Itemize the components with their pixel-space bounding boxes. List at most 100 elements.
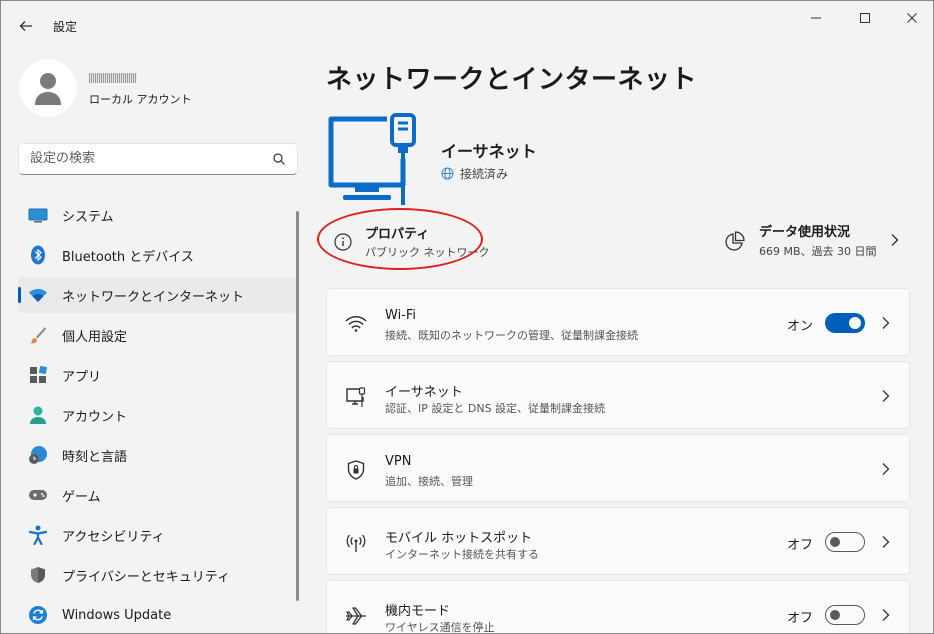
profile-name-redacted — [89, 73, 137, 83]
minimize-icon — [811, 17, 821, 19]
sidebar-item-label: ネットワークとインターネット — [62, 289, 245, 305]
data-usage-title: データ使用状況 — [759, 225, 851, 240]
back-button[interactable] — [15, 15, 37, 37]
card-subtitle: 認証、IP 設定と DNS 設定、従量制課金接続 — [385, 402, 606, 415]
sidebar-item-label: システム — [62, 209, 114, 225]
wifi-icon — [345, 313, 367, 335]
wifi-icon — [28, 285, 48, 305]
search-icon[interactable] — [272, 152, 286, 166]
sidebar-item-accessibility[interactable]: アクセシビリティ — [18, 517, 298, 553]
card-title: 機内モード — [385, 604, 451, 619]
sidebar-item-time-language[interactable]: 時刻と言語 — [18, 437, 298, 473]
card-vpn[interactable]: VPN 追加、接続、管理 — [326, 434, 910, 502]
sidebar-item-privacy[interactable]: プライバシーとセキュリティ — [18, 557, 298, 593]
data-usage-subtitle: 669 MB、過去 30 日間 — [759, 245, 877, 258]
bluetooth-icon — [28, 245, 48, 265]
apps-icon — [28, 365, 48, 385]
person-icon — [35, 73, 61, 105]
sidebar-scrollbar[interactable] — [296, 211, 299, 601]
ethernet-icon — [345, 386, 367, 408]
sidebar-nav: システム Bluetooth とデバイス ネットワークとインターネット 個人用設… — [18, 197, 298, 633]
sidebar-item-label: ゲーム — [62, 489, 101, 505]
vpn-shield-icon — [345, 459, 367, 481]
account-icon — [28, 405, 48, 425]
card-subtitle: インターネット接続を共有する — [385, 548, 539, 561]
hotspot-toggle[interactable] — [825, 532, 865, 552]
sidebar-item-label: アカウント — [62, 409, 128, 425]
sidebar-item-bluetooth[interactable]: Bluetooth とデバイス — [18, 237, 298, 273]
close-icon — [907, 13, 917, 23]
shield-icon — [28, 565, 48, 585]
card-title: VPN — [385, 454, 412, 469]
properties-link[interactable]: プロパティ パブリック ネットワーク — [333, 223, 533, 263]
sidebar-item-label: アクセシビリティ — [62, 529, 165, 545]
chevron-right-icon — [882, 390, 890, 402]
globe-icon — [441, 167, 454, 180]
connection-name: イーサネット — [441, 142, 537, 161]
app-title: 設定 — [53, 20, 78, 34]
card-title: Wi-Fi — [385, 308, 417, 323]
card-wifi[interactable]: Wi-Fi 接続、既知のネットワークの管理、従量制課金接続 オン — [326, 288, 910, 356]
title-bar: 設定 — [1, 1, 933, 49]
time-language-icon — [28, 445, 48, 465]
settings-search[interactable] — [18, 143, 298, 175]
chevron-right-icon — [882, 317, 890, 329]
chevron-right-icon — [891, 234, 899, 246]
connection-status: 接続済み — [441, 165, 508, 182]
back-arrow-icon — [19, 21, 32, 31]
data-usage-link[interactable]: データ使用状況 669 MB、過去 30 日間 — [723, 221, 909, 265]
update-icon — [28, 605, 48, 625]
sidebar-item-apps[interactable]: アプリ — [18, 357, 298, 393]
sidebar-item-system[interactable]: システム — [18, 197, 298, 233]
card-title: イーサネット — [385, 385, 463, 400]
toggle-state-label: オフ — [786, 611, 813, 626]
system-icon — [28, 205, 48, 225]
card-subtitle: 追加、接続、管理 — [385, 475, 473, 488]
card-airplane-mode[interactable]: 機内モード ワイヤレス通信を停止 オフ — [326, 580, 910, 634]
chevron-right-icon — [882, 536, 890, 548]
sidebar-item-personalization[interactable]: 個人用設定 — [18, 317, 298, 353]
sidebar-item-gaming[interactable]: ゲーム — [18, 477, 298, 513]
chevron-right-icon — [882, 463, 890, 475]
minimize-button[interactable] — [801, 9, 831, 27]
sidebar-item-label: Bluetooth とデバイス — [62, 249, 194, 265]
avatar — [19, 59, 77, 117]
card-ethernet[interactable]: イーサネット 認証、IP 設定と DNS 設定、従量制課金接続 — [326, 361, 910, 429]
properties-subtitle: パブリック ネットワーク — [365, 246, 490, 259]
account-type: ローカル アカウント — [89, 93, 192, 106]
properties-title: プロパティ — [365, 227, 430, 242]
toggle-state-label: オフ — [786, 538, 813, 553]
info-icon — [334, 233, 352, 251]
toggle-state-label: オン — [786, 319, 813, 334]
card-subtitle: ワイヤレス通信を停止 — [385, 621, 495, 634]
sidebar-item-label: 時刻と言語 — [62, 449, 128, 465]
sidebar-item-label: 個人用設定 — [62, 329, 128, 345]
maximize-icon — [860, 13, 870, 23]
ethernet-monitor-icon — [328, 113, 416, 205]
sidebar-item-accounts[interactable]: アカウント — [18, 397, 298, 433]
gamepad-icon — [28, 485, 48, 505]
accessibility-icon — [28, 525, 48, 545]
search-input[interactable] — [30, 151, 260, 166]
connection-status-text: 接続済み — [460, 167, 509, 181]
hotspot-icon — [345, 532, 367, 554]
sidebar-item-label: アプリ — [62, 369, 102, 385]
card-title: モバイル ホットスポット — [385, 531, 533, 546]
card-mobile-hotspot[interactable]: モバイル ホットスポット インターネット接続を共有する オフ — [326, 507, 910, 575]
maximize-button[interactable] — [850, 9, 880, 27]
close-button[interactable] — [897, 9, 927, 27]
airplane-toggle[interactable] — [825, 605, 865, 625]
pie-chart-icon — [725, 231, 745, 251]
card-subtitle: 接続、既知のネットワークの管理、従量制課金接続 — [385, 329, 638, 342]
settings-window: 設定 ローカル アカウント システム — [0, 0, 934, 634]
sidebar-item-label: プライバシーとセキュリティ — [62, 569, 230, 585]
page-title: ネットワークとインターネット — [326, 65, 698, 95]
chevron-right-icon — [882, 609, 890, 621]
airplane-icon — [345, 605, 367, 627]
wifi-toggle[interactable] — [825, 313, 865, 333]
user-profile[interactable]: ローカル アカウント — [19, 59, 299, 119]
brush-icon — [28, 325, 48, 345]
sidebar-item-network[interactable]: ネットワークとインターネット — [18, 277, 298, 313]
sidebar-item-label: Windows Update — [62, 607, 172, 623]
sidebar-item-windows-update[interactable]: Windows Update — [18, 597, 298, 633]
